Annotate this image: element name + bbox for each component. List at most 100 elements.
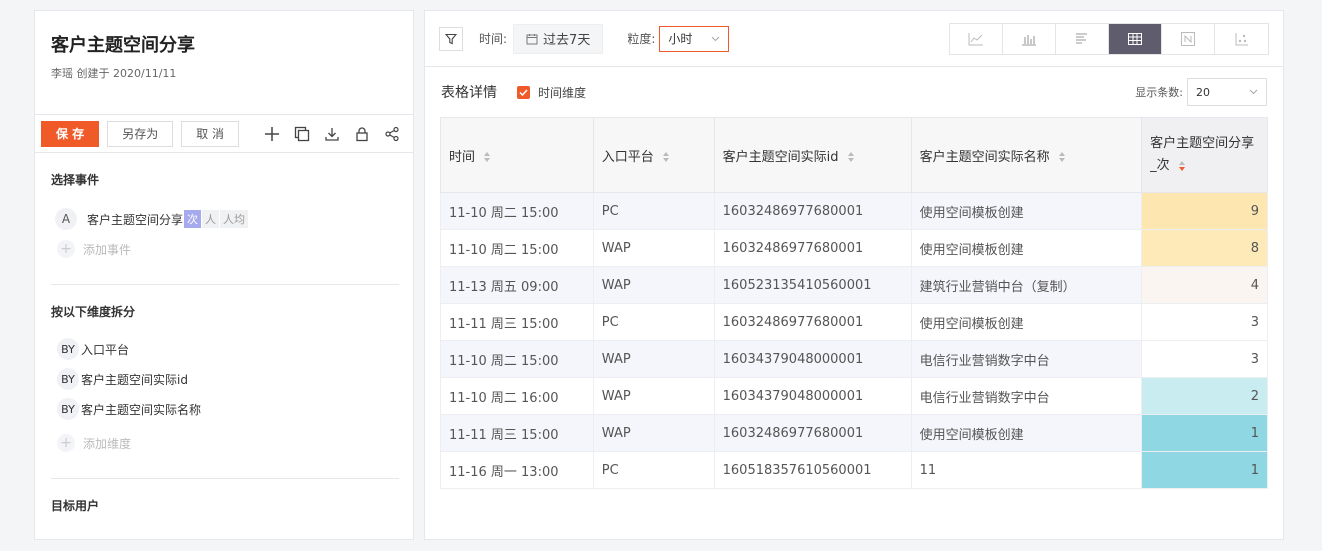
cancel-button[interactable]: 取 消: [181, 120, 240, 147]
sort-icon[interactable]: [1058, 151, 1066, 163]
filter-icon[interactable]: [439, 26, 463, 51]
bar-chart-icon[interactable]: [1003, 23, 1056, 54]
save-button[interactable]: 保 存: [41, 120, 100, 147]
add-dimension-button[interactable]: + 添加维度: [51, 434, 399, 452]
sort-desc-icon[interactable]: [1178, 160, 1186, 172]
show-count-label: 显示条数:: [1135, 86, 1183, 99]
table-cell: 11-11 周三 15:00: [440, 303, 594, 341]
copy-icon[interactable]: [287, 121, 317, 147]
share-count-cell: 1: [1141, 414, 1268, 452]
table-cell: 16032486977680001: [713, 192, 912, 230]
toolbar-icons: [257, 121, 407, 147]
dimension-item[interactable]: BY 客户主题空间实际名称: [51, 398, 399, 420]
event-name: 客户主题空间分享: [87, 212, 184, 227]
table-row: 11-11 周三 15:00 WAP 16032486977680001 使用空间模板…: [440, 414, 1268, 452]
show-count-select[interactable]: 20: [1187, 78, 1267, 106]
table-cell: 16034379048000001: [713, 377, 912, 415]
table-cell: 11-10 周二 15:00: [440, 192, 594, 230]
event-item[interactable]: A 客户主题空间分享 次 人 人均: [51, 208, 399, 230]
table-row: 11-10 周二 15:00 WAP 16034379048000001 电信行业营销…: [440, 340, 1268, 378]
report-config-panel: 客户主题空间分享 李瑶 创建于 2020/11/11 保 存 另存为 取 消 选…: [34, 10, 414, 540]
checkmark-icon: [519, 88, 528, 96]
filter-bar: 时间: 过去7天 粒度: 小时: [425, 11, 1283, 67]
report-toolbar: 保 存 另存为 取 消: [35, 115, 413, 153]
sort-icon[interactable]: [662, 151, 670, 163]
table-header-bar: 表格详情 时间维度 显示条数: 20: [425, 67, 1283, 117]
add-dimension-label: 添加维度: [83, 436, 132, 451]
add-icon[interactable]: [257, 121, 287, 147]
add-event-button[interactable]: + 添加事件: [51, 240, 399, 258]
table-cell: WAP: [592, 266, 715, 304]
by-badge: BY: [57, 398, 79, 420]
time-range-picker[interactable]: 过去7天: [513, 23, 604, 54]
column-header-space-id[interactable]: 客户主题空间实际id: [713, 117, 912, 193]
column-header-label: 时间: [449, 149, 476, 165]
time-dimension-checkbox[interactable]: [517, 85, 530, 99]
table-cell: 11-11 周三 15:00: [440, 414, 594, 452]
download-icon[interactable]: [317, 121, 347, 147]
number-card-icon[interactable]: [1162, 23, 1215, 54]
dimension-label: 客户主题空间实际名称: [81, 402, 202, 417]
share-count-cell: 1: [1141, 451, 1268, 489]
share-icon[interactable]: [377, 121, 407, 147]
dimension-item[interactable]: BY 客户主题空间实际id: [51, 368, 399, 390]
table-cell: WAP: [592, 229, 715, 267]
column-header-share-count[interactable]: 客户主题空间分享_次: [1141, 117, 1268, 193]
time-dimension-label: 时间维度: [538, 85, 587, 100]
target-section: 目标用户: [35, 479, 413, 514]
table-cell: 电信行业营销数字中台: [910, 377, 1143, 415]
horizontal-bar-icon[interactable]: [1056, 23, 1109, 54]
column-header-platform[interactable]: 入口平台: [592, 117, 715, 193]
table-cell: 建筑行业营销中台（复制）: [910, 266, 1143, 304]
table-cell: 16032486977680001: [713, 303, 912, 341]
column-header-space-name[interactable]: 客户主题空间实际名称: [910, 117, 1143, 193]
granularity-select[interactable]: 小时: [659, 25, 730, 52]
table-body: 11-10 周二 15:00 PC 16032486977680001 使用空间模板创…: [440, 192, 1268, 489]
metric-chip-users[interactable]: 人: [202, 210, 220, 228]
save-as-button[interactable]: 另存为: [107, 120, 174, 147]
show-count-control: 显示条数: 20: [1135, 78, 1267, 106]
metric-chip-count[interactable]: 次: [184, 210, 202, 228]
column-header-label: 入口平台: [601, 149, 654, 165]
by-badge: BY: [57, 338, 79, 360]
table-cell: 使用空间模板创建: [910, 303, 1143, 341]
plus-icon: +: [57, 240, 75, 258]
table-cell: WAP: [592, 414, 715, 452]
chart-type-switcher: [949, 22, 1269, 55]
column-header-label: 客户主题空间分享_次: [1150, 136, 1255, 173]
lock-icon[interactable]: [347, 121, 377, 147]
table-cell: WAP: [592, 377, 715, 415]
plus-icon: +: [57, 434, 75, 452]
table-row: 11-10 周二 15:00 PC 16032486977680001 使用空间模板创…: [440, 192, 1268, 230]
table-cell: 使用空间模板创建: [910, 229, 1143, 267]
sort-icon[interactable]: [847, 151, 855, 163]
table-cell: PC: [592, 192, 715, 230]
data-table: 时间 入口平台 客户主题空间实际id 客户主题空间实际名称 客户主题空间分享_次: [440, 117, 1268, 489]
table-cell: WAP: [592, 340, 715, 378]
line-chart-icon[interactable]: [950, 23, 1003, 54]
dimension-item[interactable]: BY 入口平台: [51, 338, 399, 360]
dimensions-section-title: 按以下维度拆分: [51, 305, 136, 319]
show-count-value: 20: [1196, 85, 1210, 99]
table-cell: 11: [910, 451, 1143, 489]
share-count-cell: 8: [1141, 229, 1268, 267]
table-cell: 使用空间模板创建: [910, 414, 1143, 452]
column-header-time[interactable]: 时间: [440, 117, 594, 193]
table-cell: 11-10 周二 15:00: [440, 229, 594, 267]
table-cell: 16034379048000001: [713, 340, 912, 378]
time-label: 时间:: [479, 32, 508, 46]
table-cell: 160523135410560001: [713, 266, 912, 304]
events-section-title: 选择事件: [51, 173, 100, 187]
table-row: 11-11 周三 15:00 PC 16032486977680001 使用空间模板创…: [440, 303, 1268, 341]
metric-chip-avg[interactable]: 人均: [220, 210, 249, 228]
share-count-cell: 2: [1141, 377, 1268, 415]
event-letter: A: [55, 208, 77, 230]
sort-icon[interactable]: [483, 151, 491, 163]
table-cell: 16032486977680001: [713, 414, 912, 452]
table-cell: PC: [592, 451, 715, 489]
table-row: 11-10 周二 16:00 WAP 16034379048000001 电信行业营销…: [440, 377, 1268, 415]
share-count-cell: 9: [1141, 192, 1268, 230]
scatter-icon[interactable]: [1215, 24, 1268, 54]
table-icon[interactable]: [1109, 23, 1162, 54]
dimension-label: 客户主题空间实际id: [81, 372, 188, 387]
